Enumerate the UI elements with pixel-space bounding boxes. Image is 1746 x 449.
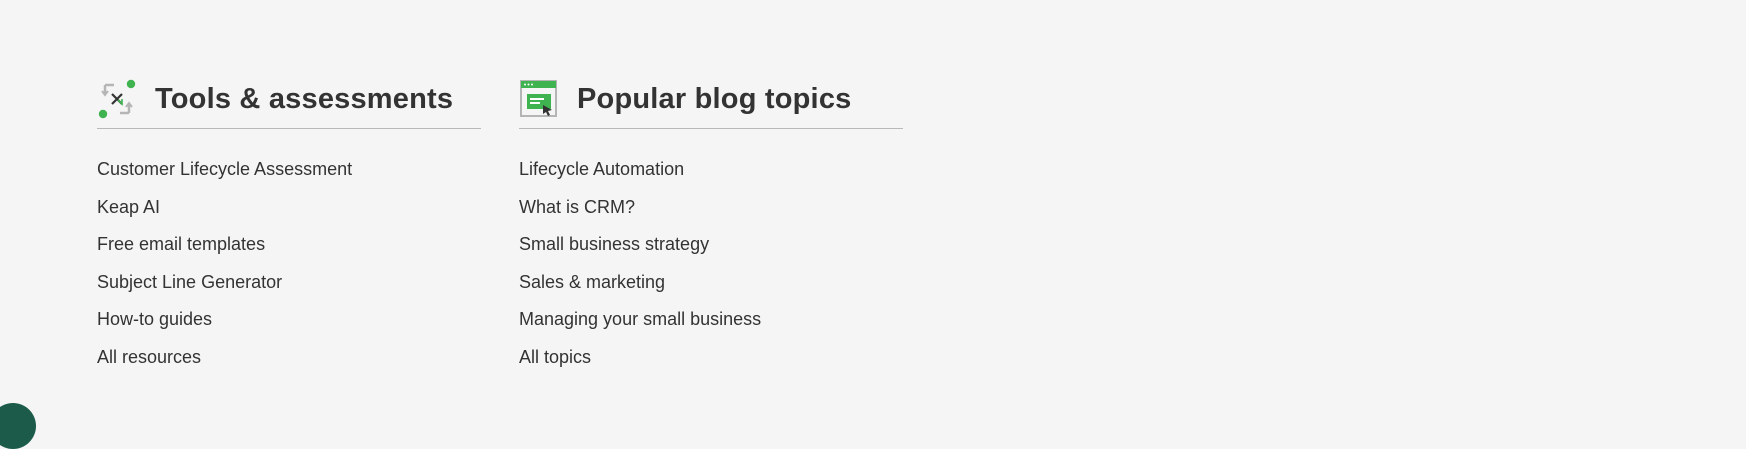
- chat-widget-button[interactable]: [0, 403, 36, 449]
- list-item: Subject Line Generator: [97, 271, 481, 309]
- list-item: Lifecycle Automation: [519, 158, 903, 196]
- list-item: Sales & marketing: [519, 271, 903, 309]
- list-item: Managing your small business: [519, 308, 903, 346]
- list-item: All resources: [97, 346, 481, 384]
- link-all-topics[interactable]: All topics: [519, 347, 591, 367]
- blog-section: Popular blog topics Lifecycle Automation…: [519, 76, 903, 383]
- link-managing-small-business[interactable]: Managing your small business: [519, 309, 761, 329]
- blog-header: Popular blog topics: [519, 76, 903, 129]
- list-item: Keap AI: [97, 196, 481, 234]
- list-item: Small business strategy: [519, 233, 903, 271]
- link-sales-and-marketing[interactable]: Sales & marketing: [519, 272, 665, 292]
- link-how-to-guides[interactable]: How-to guides: [97, 309, 212, 329]
- tools-link-list: Customer Lifecycle Assessment Keap AI Fr…: [97, 158, 481, 383]
- list-item: How-to guides: [97, 308, 481, 346]
- process-arrows-icon: [98, 79, 136, 119]
- link-lifecycle-automation[interactable]: Lifecycle Automation: [519, 159, 684, 179]
- link-all-resources[interactable]: All resources: [97, 347, 201, 367]
- link-keap-ai[interactable]: Keap AI: [97, 197, 160, 217]
- browser-window-icon: [520, 80, 557, 117]
- blog-link-list: Lifecycle Automation What is CRM? Small …: [519, 158, 903, 383]
- tools-section: Tools & assessments Customer Lifecycle A…: [97, 76, 481, 383]
- link-subject-line-generator[interactable]: Subject Line Generator: [97, 272, 282, 292]
- list-item: All topics: [519, 346, 903, 384]
- blog-heading: Popular blog topics: [577, 82, 852, 115]
- link-what-is-crm[interactable]: What is CRM?: [519, 197, 635, 217]
- tools-header: Tools & assessments: [97, 76, 481, 129]
- link-small-business-strategy[interactable]: Small business strategy: [519, 234, 709, 254]
- list-item: Free email templates: [97, 233, 481, 271]
- list-item: Customer Lifecycle Assessment: [97, 158, 481, 196]
- tools-heading: Tools & assessments: [155, 82, 454, 115]
- link-free-email-templates[interactable]: Free email templates: [97, 234, 265, 254]
- list-item: What is CRM?: [519, 196, 903, 234]
- link-customer-lifecycle-assessment[interactable]: Customer Lifecycle Assessment: [97, 159, 352, 179]
